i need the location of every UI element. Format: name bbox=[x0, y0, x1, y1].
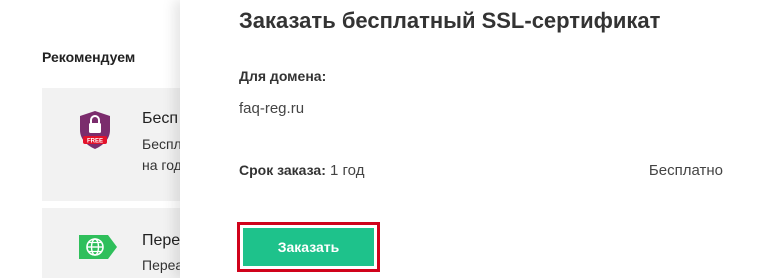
price-value: Бесплатно bbox=[648, 162, 723, 179]
term-value: 1 год bbox=[330, 162, 365, 179]
free-badge-text: FREE bbox=[87, 139, 103, 145]
recommend-card-title: Пере bbox=[142, 232, 181, 249]
recommend-card-domain[interactable]: Пере Переа bbox=[42, 208, 202, 278]
modal-title: Заказать бесплатный SSL-сертификат bbox=[239, 8, 661, 33]
ssl-shield-free-icon: FREE bbox=[80, 111, 110, 149]
recommend-card-ssl[interactable]: FREE Бесп Бесплатно на год! bbox=[42, 88, 202, 201]
domain-label: Для домена: bbox=[239, 68, 327, 84]
order-button[interactable]: Заказать bbox=[243, 228, 374, 266]
order-term-row: Срок заказа: 1 год Бесплатно bbox=[239, 162, 723, 179]
term-label: Срок заказа: bbox=[239, 162, 326, 178]
recommend-card-title: Бесп bbox=[142, 110, 179, 127]
recommend-title: Рекомендуем bbox=[42, 49, 136, 65]
domain-value: faq-reg.ru bbox=[239, 100, 305, 117]
globe-tag-icon bbox=[79, 235, 117, 259]
order-ssl-modal: Заказать бесплатный SSL-сертификат Для д… bbox=[180, 0, 776, 278]
order-button-highlight: Заказать bbox=[237, 222, 380, 272]
